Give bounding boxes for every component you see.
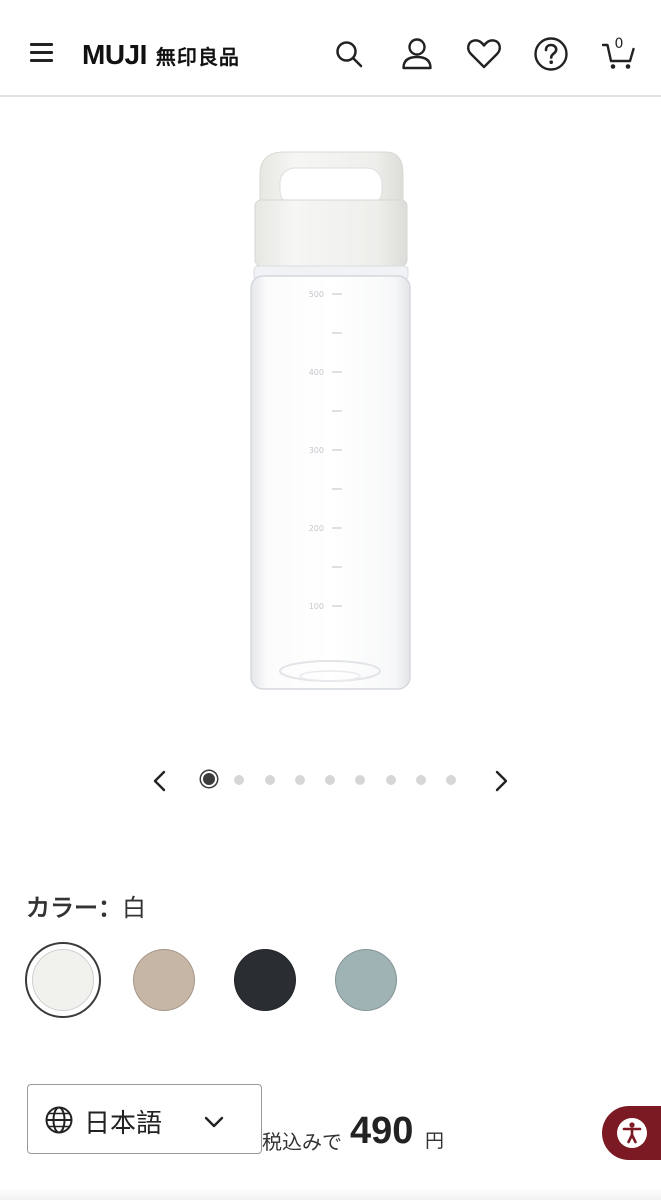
accessibility-button[interactable] [602, 1106, 661, 1160]
scale-label-400: 400 [309, 368, 324, 377]
price-value: 490 [350, 1110, 414, 1152]
cart-icon[interactable]: 0 [599, 34, 639, 74]
carousel-dot-6[interactable] [355, 775, 366, 785]
carousel-dot-4[interactable] [294, 775, 305, 785]
search-icon[interactable] [329, 34, 369, 74]
logo-japanese: 無印良品 [155, 44, 240, 69]
carousel-dot-1[interactable] [201, 771, 217, 787]
color-label: カラー：白 [26, 888, 146, 923]
carousel-next-button[interactable] [486, 766, 516, 796]
scale-label-500: 500 [309, 290, 324, 299]
color-label-prefix: カラー： [26, 894, 122, 922]
logo-latin: MUJI [82, 39, 147, 70]
carousel-dot-9[interactable] [446, 775, 456, 785]
globe-icon [44, 1105, 74, 1139]
muji-logo[interactable]: MUJI 無印良品 [82, 38, 240, 72]
site-header: MUJI 無印良品 0 [0, 0, 661, 97]
color-swatch-1[interactable] [32, 949, 94, 1011]
price-prefix: 税込みで [262, 1130, 342, 1154]
language-label: 日本語 [84, 1109, 163, 1139]
account-icon[interactable] [397, 34, 437, 74]
product-image[interactable]: 500 400 300 200 100 [240, 148, 420, 696]
image-carousel-nav [0, 760, 661, 800]
carousel-dot-5[interactable] [325, 775, 335, 785]
price-unit: 円 [425, 1130, 445, 1152]
color-swatch-3[interactable] [234, 949, 296, 1011]
language-select[interactable]: 日本語 [27, 1084, 262, 1154]
scale-label-100: 100 [309, 602, 324, 611]
help-icon[interactable] [531, 34, 571, 74]
carousel-dot-2[interactable] [234, 775, 245, 785]
cart-count: 0 [614, 36, 624, 52]
bottom-edge [0, 1188, 661, 1200]
color-swatch-2[interactable] [133, 949, 195, 1011]
accessibility-icon [616, 1117, 648, 1153]
menu-icon[interactable] [28, 38, 56, 68]
carousel-dot-7[interactable] [385, 775, 396, 785]
carousel-prev-button[interactable] [145, 766, 175, 796]
scale-label-200: 200 [309, 524, 324, 533]
carousel-dot-3[interactable] [264, 775, 275, 785]
chevron-down-icon [204, 1113, 224, 1132]
color-swatch-4[interactable] [335, 949, 397, 1011]
scale-label-300: 300 [309, 446, 324, 455]
carousel-dot-8[interactable] [415, 775, 426, 785]
selected-color-name: 白 [122, 894, 146, 922]
heart-icon[interactable] [464, 34, 504, 74]
